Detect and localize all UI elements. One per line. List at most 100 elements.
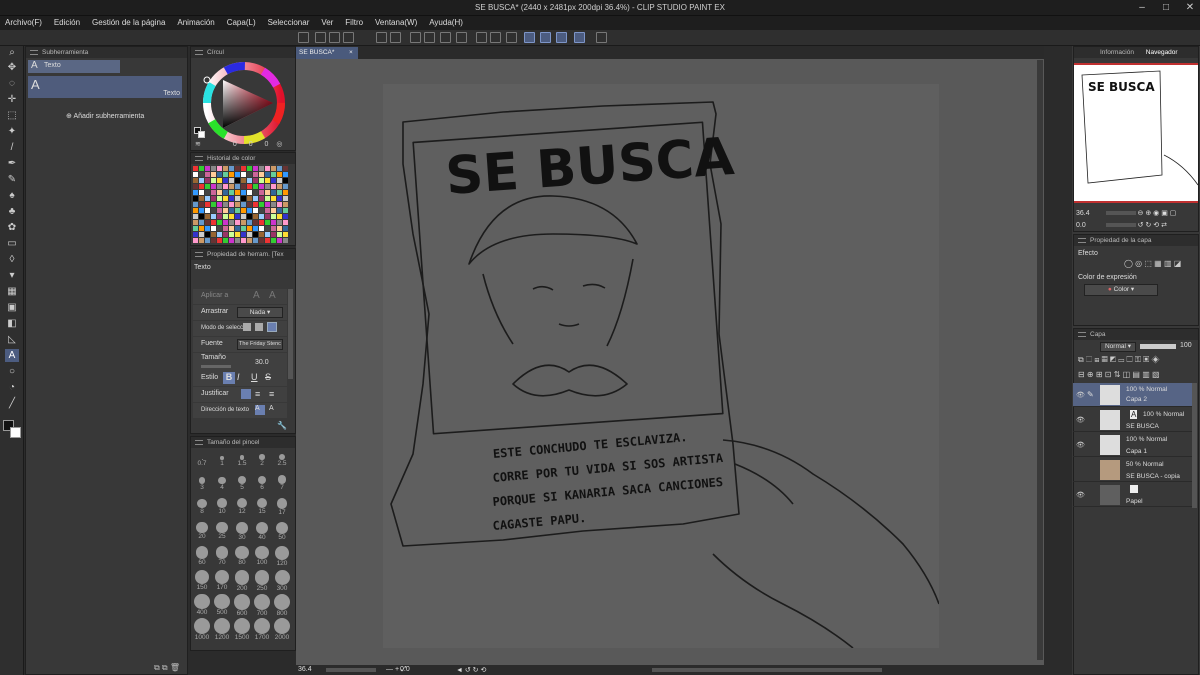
color-history-swatch[interactable] [241,172,246,177]
brush-size-cell[interactable]: 25 [212,522,232,544]
brush-size-cell[interactable]: 2 [252,450,272,472]
color-history-swatch[interactable] [223,232,228,237]
drag-select[interactable]: Nada ▾ [237,307,283,318]
color-history-swatch[interactable] [205,178,210,183]
color-history-swatch[interactable] [193,196,198,201]
apply-size-icon[interactable]: A [269,290,276,301]
move-layer-icon[interactable]: ✛ [5,93,19,106]
color-history-swatch[interactable] [283,166,288,171]
brush-size-cell[interactable]: 150 [192,570,212,592]
brush-size-cell[interactable]: 20 [192,522,212,544]
color-history-swatch[interactable] [265,238,270,243]
menu-edit[interactable]: Edición [49,16,85,29]
color-history-swatch[interactable] [229,220,234,225]
status-zoom[interactable]: 36.4 [298,666,312,673]
new-file-icon[interactable] [315,32,326,43]
color-history-swatch[interactable] [223,238,228,243]
color-history-swatch[interactable] [199,232,204,237]
color-history-swatch[interactable] [223,214,228,219]
align-right-icon[interactable]: ≡ [269,389,274,399]
close-tab-icon[interactable]: × [349,47,353,59]
stabilization-4-icon[interactable] [574,32,585,43]
color-history-swatch[interactable] [235,238,240,243]
color-history-swatch[interactable] [265,226,270,231]
menu-file[interactable]: Archivo(F) [0,16,47,29]
color-history-swatch[interactable] [253,178,258,183]
subtool-group-text[interactable]: A Texto [28,60,120,73]
color-history-swatch[interactable] [277,166,282,171]
canvas-horizontal-scrollbar[interactable] [652,668,882,672]
color-history-swatch[interactable] [277,172,282,177]
color-history-swatch[interactable] [247,190,252,195]
color-history-swatch[interactable] [217,208,222,213]
layer-toolbar-icons[interactable]: ⧉ ⬚ ⊞ ▦ ◩ ▭ ☐ ⚿ ▣ ◈ [1078,355,1159,365]
color-mode-icon[interactable]: ◎ [276,141,282,148]
open-folder-icon[interactable] [329,32,340,43]
opacity-value[interactable]: 100 [1180,342,1192,349]
color-history-swatch[interactable] [247,166,252,171]
color-history-swatch[interactable] [211,196,216,201]
color-history-swatch[interactable] [199,226,204,231]
stabilization-2-icon[interactable] [540,32,551,43]
color-history-swatch[interactable] [193,208,198,213]
color-history-swatch[interactable] [217,172,222,177]
color-history-swatch[interactable] [271,238,276,243]
underline-button[interactable]: U [251,372,258,382]
color-history-swatch[interactable] [211,214,216,219]
color-history-swatch[interactable] [277,232,282,237]
color-history-swatch[interactable] [277,208,282,213]
brush-size-cell[interactable]: 17 [272,498,292,520]
color-history-swatch[interactable] [247,208,252,213]
layer-row-se-busca-copia[interactable]: 50 % Normal SE BUSCA - copia [1073,458,1193,482]
color-history-swatch[interactable] [205,166,210,171]
brush-size-cell[interactable]: 300 [272,570,292,592]
color-history-swatch[interactable] [217,190,222,195]
tool-property-scrollbar[interactable] [288,289,293,379]
color-history-swatch[interactable] [199,208,204,213]
color-history-swatch[interactable] [253,184,258,189]
eye-icon[interactable]: 👁 [1076,441,1085,449]
color-history-swatch[interactable] [205,238,210,243]
color-history-swatch[interactable] [277,202,282,207]
color-history-swatch[interactable] [241,184,246,189]
color-history-swatch[interactable] [283,202,288,207]
color-history-swatch[interactable] [271,208,276,213]
color-history-swatch[interactable] [241,232,246,237]
brush-tool-icon[interactable]: ♠ [5,189,19,202]
brush-size-cell[interactable]: 250 [252,570,272,592]
apply-font-icon[interactable]: A [253,290,260,301]
move-tool-icon[interactable]: ✥ [5,61,19,74]
color-history-swatch[interactable] [241,226,246,231]
size-slider[interactable] [201,365,231,368]
color-history-swatch[interactable] [247,196,252,201]
color-history-swatch[interactable] [211,202,216,207]
color-history-swatch[interactable] [217,166,222,171]
color-history-swatch[interactable] [283,196,288,201]
canvas-page[interactable]: SE BUSCA ESTE CONCHUDO TE ESCLAVIZA. COR… [383,84,940,649]
navigator-zoom-buttons[interactable]: ⊖ ⊕ ◉ ▣ ▢ [1138,210,1177,217]
color-history-swatch[interactable] [235,172,240,177]
color-history-swatch[interactable] [283,184,288,189]
color-history-swatch[interactable] [271,220,276,225]
color-history-swatch[interactable] [259,208,264,213]
zoom-tool-icon[interactable]: ⌕ [5,46,19,59]
menu-window[interactable]: Ventana(W) [370,16,422,29]
pen-tool-icon[interactable]: ✒ [5,157,19,170]
line-tool-icon[interactable]: ╱ [5,397,19,410]
color-history-swatch[interactable] [247,226,252,231]
strikethrough-button[interactable]: S [265,372,271,382]
expression-color-select[interactable]: ● Color ▾ [1084,284,1158,296]
color-history-swatch[interactable] [217,214,222,219]
document-tab[interactable]: SE BUSCA* × [296,47,358,59]
color-history-swatch[interactable] [271,226,276,231]
color-history-swatch[interactable] [247,172,252,177]
color-history-swatch[interactable] [265,190,270,195]
layer-tab[interactable]: Capa [1074,329,1198,340]
brush-size-tab[interactable]: Tamaño del pincel [191,437,295,448]
color-history-swatch[interactable] [271,232,276,237]
color-history-swatch[interactable] [259,184,264,189]
color-history-swatch[interactable] [241,190,246,195]
color-history-swatch[interactable] [283,178,288,183]
color-history-swatch[interactable] [247,202,252,207]
color-history-swatch[interactable] [277,184,282,189]
